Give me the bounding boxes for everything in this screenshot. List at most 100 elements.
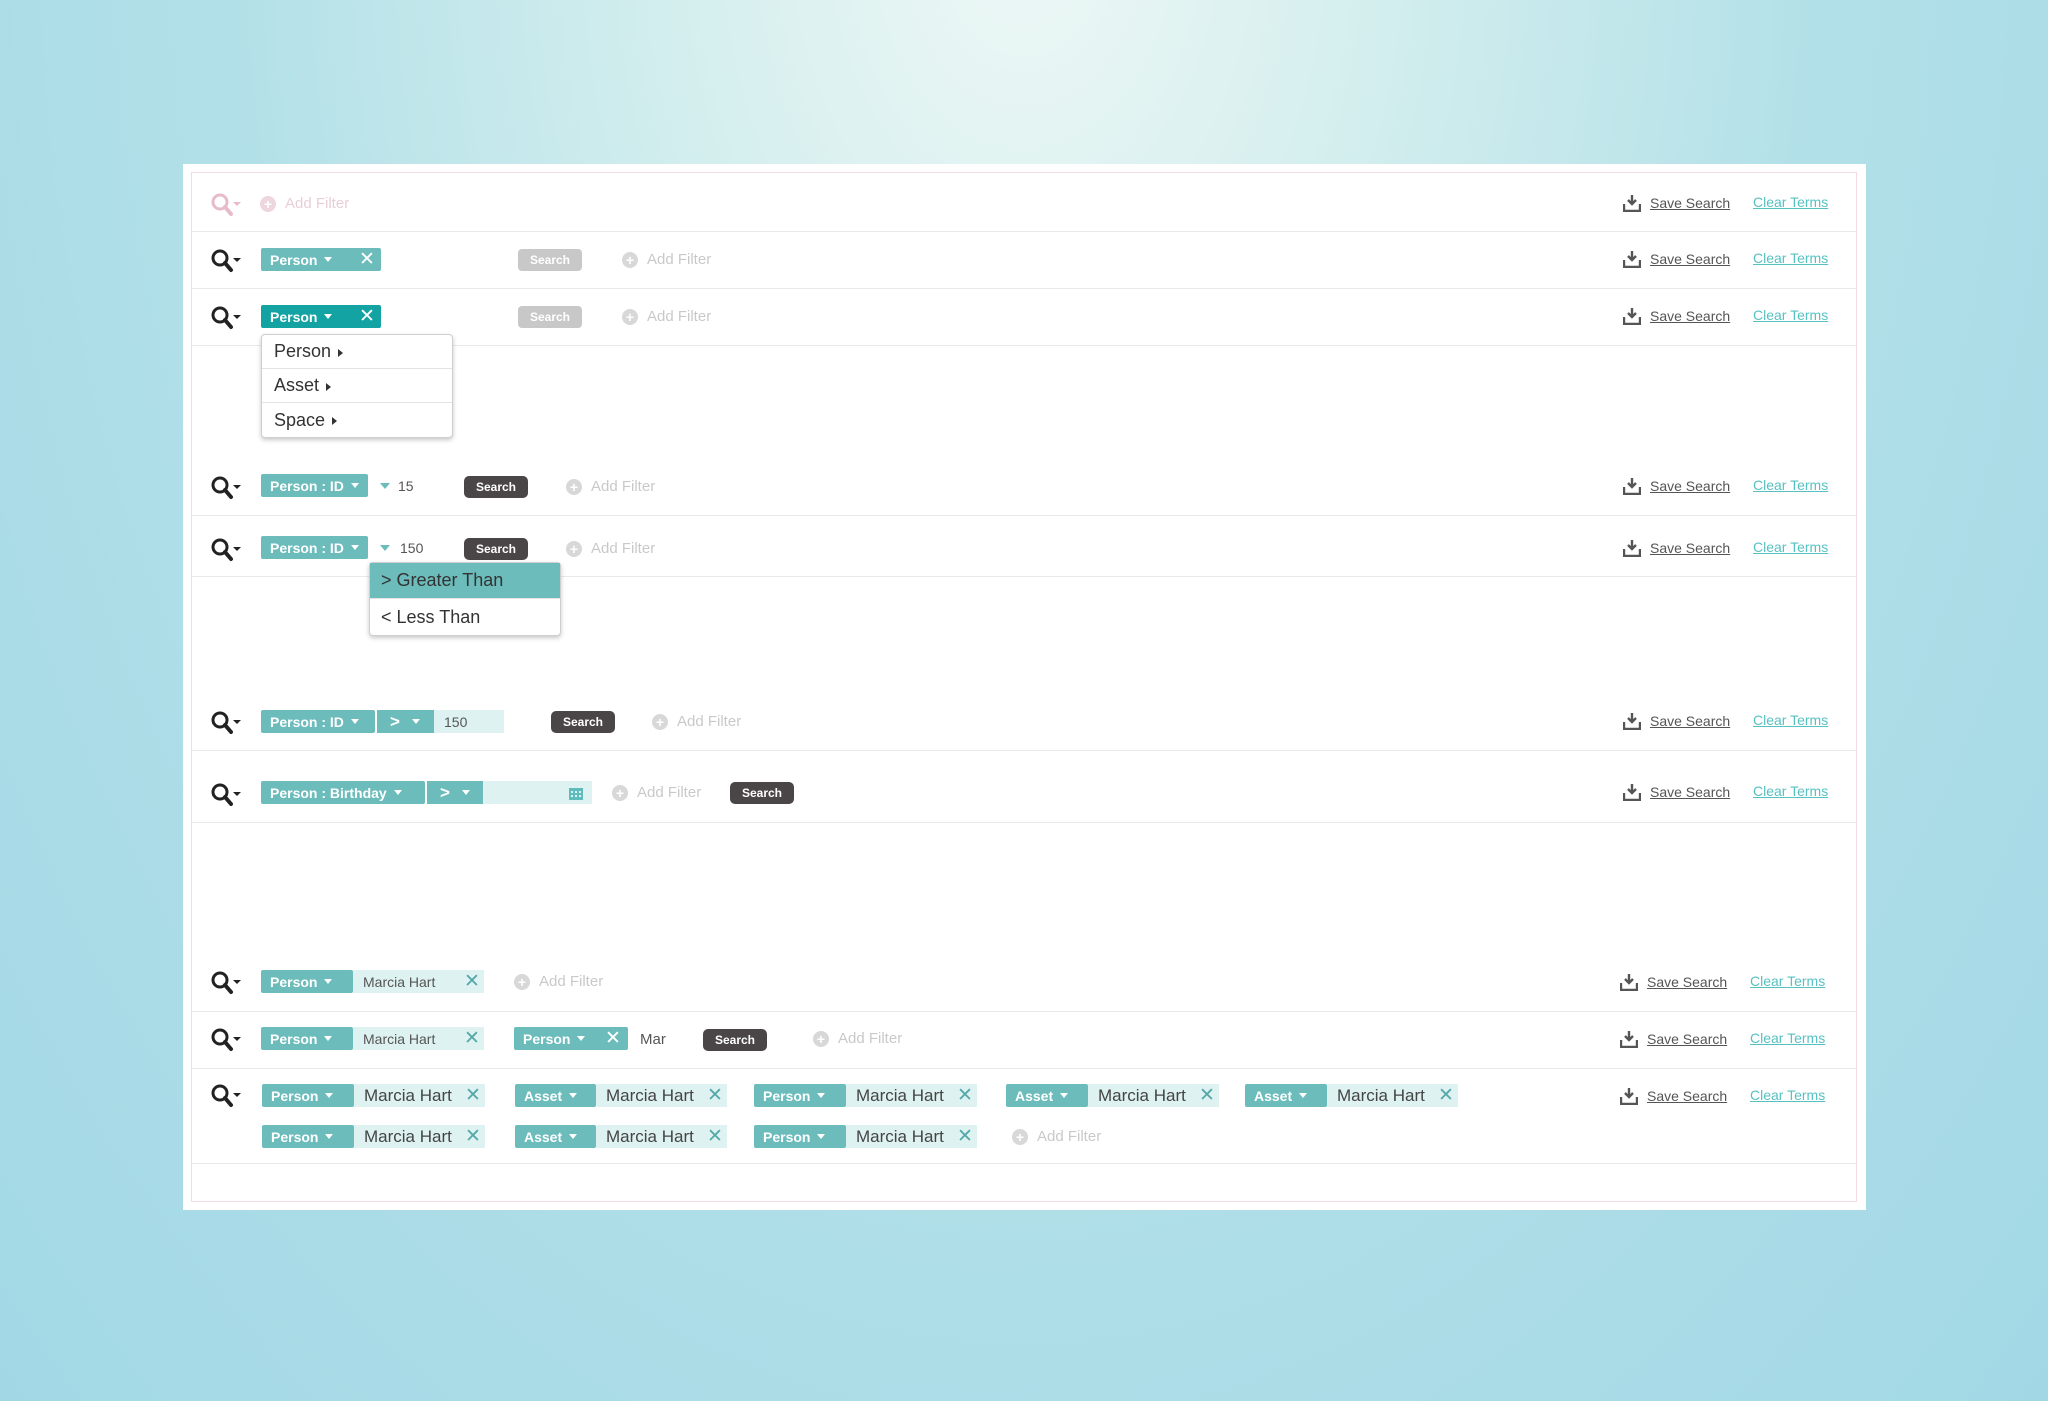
filter-tag-person-birthday[interactable]: Person : Birthday xyxy=(261,781,425,804)
menu-item-person[interactable]: Person xyxy=(262,335,452,369)
save-search-label: Save Search xyxy=(1650,784,1731,800)
search-type-icon[interactable] xyxy=(210,305,244,333)
add-filter-button[interactable]: + Add Filter xyxy=(260,195,349,212)
add-filter-button[interactable]: + Add Filter xyxy=(612,784,701,801)
filter-tag-person[interactable]: Person xyxy=(261,1027,353,1050)
menu-item-less-than[interactable]: < Less Than xyxy=(370,599,560,635)
operator-dropdown-icon[interactable] xyxy=(380,545,390,551)
multi-tag-type-2[interactable]: Asset xyxy=(515,1084,596,1107)
add-filter-button[interactable]: + Add Filter xyxy=(1012,1128,1101,1145)
save-search-link[interactable]: Save Search xyxy=(1623,712,1730,730)
search-type-icon[interactable] xyxy=(210,970,244,998)
close-icon[interactable]: ✕ xyxy=(707,1084,723,1107)
search-type-icon[interactable] xyxy=(210,192,244,220)
clear-terms-link[interactable]: Clear Terms xyxy=(1753,712,1828,728)
clear-terms-link[interactable]: Clear Terms xyxy=(1753,783,1828,799)
filter-tag-person-active[interactable]: Person ✕ xyxy=(261,305,381,328)
multi-tag-type-7[interactable]: Asset xyxy=(515,1125,596,1148)
clear-terms-link[interactable]: Clear Terms xyxy=(1753,194,1828,210)
close-icon[interactable]: ✕ xyxy=(1199,1084,1215,1107)
add-filter-button[interactable]: + Add Filter xyxy=(813,1030,902,1047)
search-type-icon[interactable] xyxy=(210,475,244,503)
search-button[interactable]: Search xyxy=(730,782,794,804)
download-icon xyxy=(1623,784,1641,801)
close-icon[interactable]: ✕ xyxy=(707,1125,723,1148)
clear-terms-link[interactable]: Clear Terms xyxy=(1753,250,1828,266)
save-search-link[interactable]: Save Search xyxy=(1623,539,1730,557)
clear-terms-link[interactable]: Clear Terms xyxy=(1750,973,1825,989)
save-search-link[interactable]: Save Search xyxy=(1620,1030,1727,1048)
menu-item-greater-than[interactable]: > Greater Than xyxy=(370,563,560,599)
save-search-link[interactable]: Save Search xyxy=(1623,477,1730,495)
value-input[interactable]: 150 xyxy=(434,710,504,733)
close-icon[interactable]: ✕ xyxy=(1438,1084,1454,1107)
search-type-icon[interactable] xyxy=(210,1083,244,1111)
save-search-link[interactable]: Save Search xyxy=(1620,973,1727,991)
add-filter-label: Add Filter xyxy=(591,478,656,495)
add-filter-button[interactable]: + Add Filter xyxy=(622,251,711,268)
search-type-icon[interactable] xyxy=(210,1027,244,1055)
save-search-link[interactable]: Save Search xyxy=(1623,250,1730,268)
search-type-icon[interactable] xyxy=(210,537,244,565)
chevron-down-icon xyxy=(350,483,359,488)
value-input[interactable]: 150 xyxy=(400,540,423,556)
search-type-icon[interactable] xyxy=(210,710,244,738)
close-icon[interactable]: ✕ xyxy=(605,1027,621,1050)
close-icon[interactable]: ✕ xyxy=(957,1084,973,1107)
operator-selector[interactable]: > xyxy=(425,781,483,804)
clear-terms-link[interactable]: Clear Terms xyxy=(1753,307,1828,323)
close-icon[interactable]: ✕ xyxy=(464,970,480,993)
add-filter-button[interactable]: + Add Filter xyxy=(566,540,655,557)
add-filter-button[interactable]: + Add Filter xyxy=(514,973,603,990)
search-type-icon[interactable] xyxy=(210,782,244,810)
search-button[interactable]: Search xyxy=(703,1029,767,1051)
search-button[interactable]: Search xyxy=(518,306,582,328)
clear-terms-link[interactable]: Clear Terms xyxy=(1750,1030,1825,1046)
chevron-down-icon xyxy=(324,314,333,319)
calendar-icon[interactable] xyxy=(568,786,584,806)
filter-tag-person-id[interactable]: Person : ID xyxy=(261,710,375,733)
close-icon[interactable]: ✕ xyxy=(465,1084,481,1107)
chevron-down-icon xyxy=(1060,1093,1069,1098)
clear-terms-link[interactable]: Clear Terms xyxy=(1753,539,1828,555)
close-icon[interactable]: ✕ xyxy=(359,305,375,328)
search-button[interactable]: Search xyxy=(464,538,528,560)
multi-tag-type-1[interactable]: Person xyxy=(262,1084,354,1107)
add-filter-button[interactable]: + Add Filter xyxy=(566,478,655,495)
multi-tag-type-8[interactable]: Person xyxy=(754,1125,846,1148)
close-icon[interactable]: ✕ xyxy=(957,1125,973,1148)
search-type-icon[interactable] xyxy=(210,248,244,276)
operator-dropdown-icon[interactable] xyxy=(380,483,390,489)
search-button[interactable]: Search xyxy=(551,711,615,733)
multi-tag-type-6[interactable]: Person xyxy=(262,1125,354,1148)
close-icon[interactable]: ✕ xyxy=(464,1027,480,1050)
close-icon[interactable]: ✕ xyxy=(465,1125,481,1148)
filter-tag-person[interactable]: Person xyxy=(261,970,353,993)
caret-right-icon xyxy=(326,382,332,391)
menu-item-space[interactable]: Space xyxy=(262,403,452,437)
operator-selector[interactable]: > xyxy=(375,710,434,733)
multi-tag-type-4[interactable]: Asset xyxy=(1006,1084,1088,1107)
save-search-link[interactable]: Save Search xyxy=(1623,307,1730,325)
save-search-link[interactable]: Save Search xyxy=(1623,783,1730,801)
clear-terms-link[interactable]: Clear Terms xyxy=(1753,477,1828,493)
filter-tag-person-new[interactable]: Person ✕ xyxy=(514,1027,628,1050)
value-input[interactable]: 15 xyxy=(398,478,414,494)
multi-tag-type-3[interactable]: Person xyxy=(754,1084,846,1107)
filter-tag-person-id[interactable]: Person : ID xyxy=(261,474,368,497)
search-button[interactable]: Search xyxy=(464,476,528,498)
value-input[interactable]: Mar xyxy=(640,1031,666,1048)
close-icon[interactable]: ✕ xyxy=(359,248,375,271)
add-filter-label: Add Filter xyxy=(285,195,350,212)
menu-item-asset[interactable]: Asset xyxy=(262,369,452,403)
add-filter-button[interactable]: + Add Filter xyxy=(622,308,711,325)
tag-label: Person : Birthday xyxy=(270,784,387,801)
multi-tag-type-5[interactable]: Asset xyxy=(1245,1084,1327,1107)
filter-tag-person[interactable]: Person ✕ xyxy=(261,248,381,271)
filter-tag-person-id[interactable]: Person : ID xyxy=(261,536,368,559)
add-filter-button[interactable]: + Add Filter xyxy=(652,713,741,730)
save-search-link[interactable]: Save Search xyxy=(1620,1087,1727,1105)
save-search-link[interactable]: Save Search xyxy=(1623,194,1730,212)
search-button[interactable]: Search xyxy=(518,249,582,271)
clear-terms-link[interactable]: Clear Terms xyxy=(1750,1087,1825,1103)
